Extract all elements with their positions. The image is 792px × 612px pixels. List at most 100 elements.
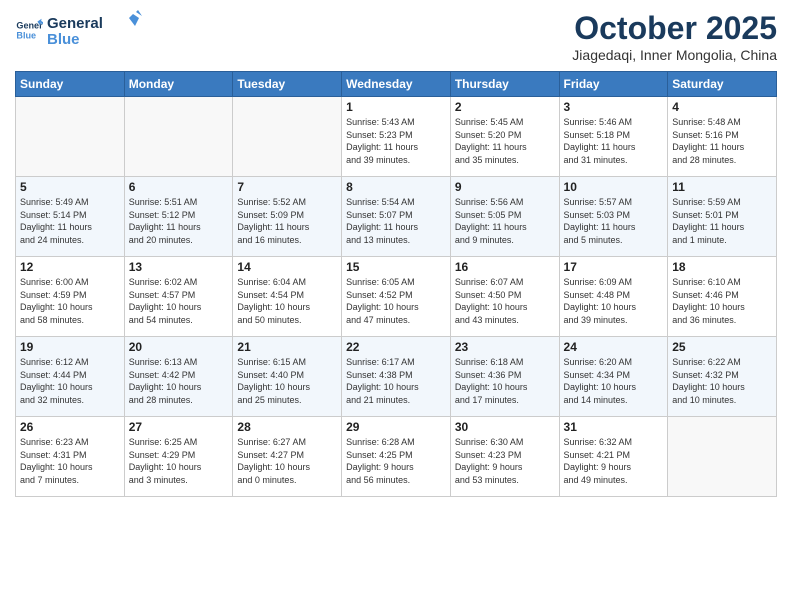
day-cell: 6 Sunrise: 5:51 AM Sunset: 5:12 PM Daylig… (124, 177, 233, 257)
day-info: Sunrise: 6:05 AM Sunset: 4:52 PM Dayligh… (346, 276, 446, 326)
day-header-saturday: Saturday (668, 72, 777, 97)
week-row-4: 19 Sunrise: 6:12 AM Sunset: 4:44 PM Dayli… (16, 337, 777, 417)
day-info: Sunrise: 6:12 AM Sunset: 4:44 PM Dayligh… (20, 356, 120, 406)
day-cell: 31Sunrise: 6:32 AM Sunset: 4:21 PM Dayli… (559, 417, 668, 497)
day-cell (668, 417, 777, 497)
day-info: Sunrise: 6:00 AM Sunset: 4:59 PM Dayligh… (20, 276, 120, 326)
day-cell (233, 97, 342, 177)
day-cell: 12 Sunrise: 6:00 AM Sunset: 4:59 PM Dayli… (16, 257, 125, 337)
svg-text:Blue: Blue (16, 30, 36, 40)
day-number: 13 (129, 260, 229, 274)
day-info: Sunrise: 5:46 AM Sunset: 5:18 PM Dayligh… (564, 116, 664, 166)
day-info: Sunrise: 6:20 AM Sunset: 4:34 PM Dayligh… (564, 356, 664, 406)
day-number: 12 (20, 260, 120, 274)
day-number: 22 (346, 340, 446, 354)
day-number: 21 (237, 340, 337, 354)
day-header-monday: Monday (124, 72, 233, 97)
day-number: 8 (346, 180, 446, 194)
week-row-2: 5 Sunrise: 5:49 AM Sunset: 5:14 PM Daylig… (16, 177, 777, 257)
day-number: 28 (237, 420, 337, 434)
day-number: 29 (346, 420, 446, 434)
day-info: Sunrise: 6:18 AM Sunset: 4:36 PM Dayligh… (455, 356, 555, 406)
day-cell: 3 Sunrise: 5:46 AM Sunset: 5:18 PM Daylig… (559, 97, 668, 177)
day-info: Sunrise: 5:56 AM Sunset: 5:05 PM Dayligh… (455, 196, 555, 246)
day-cell: 10Sunrise: 5:57 AM Sunset: 5:03 PM Dayli… (559, 177, 668, 257)
day-cell: 14 Sunrise: 6:04 AM Sunset: 4:54 PM Dayli… (233, 257, 342, 337)
day-info: Sunrise: 5:43 AM Sunset: 5:23 PM Dayligh… (346, 116, 446, 166)
day-number: 5 (20, 180, 120, 194)
day-number: 6 (129, 180, 229, 194)
day-cell: 25 Sunrise: 6:22 AM Sunset: 4:32 PM Dayli… (668, 337, 777, 417)
day-cell: 23Sunrise: 6:18 AM Sunset: 4:36 PM Dayli… (450, 337, 559, 417)
day-number: 19 (20, 340, 120, 354)
day-cell: 22 Sunrise: 6:17 AM Sunset: 4:38 PM Dayli… (342, 337, 451, 417)
day-number: 20 (129, 340, 229, 354)
title-block: October 2025 Jiagedaqi, Inner Mongolia, … (572, 10, 777, 63)
day-number: 9 (455, 180, 555, 194)
day-info: Sunrise: 6:30 AM Sunset: 4:23 PM Dayligh… (455, 436, 555, 486)
day-header-tuesday: Tuesday (233, 72, 342, 97)
day-header-friday: Friday (559, 72, 668, 97)
logo-icon: General Blue (15, 16, 43, 44)
calendar-table: SundayMondayTuesdayWednesdayThursdayFrid… (15, 71, 777, 497)
day-info: Sunrise: 6:04 AM Sunset: 4:54 PM Dayligh… (237, 276, 337, 326)
day-cell: 16 Sunrise: 6:07 AM Sunset: 4:50 PM Dayli… (450, 257, 559, 337)
day-info: Sunrise: 5:59 AM Sunset: 5:01 PM Dayligh… (672, 196, 772, 246)
day-info: Sunrise: 5:57 AM Sunset: 5:03 PM Dayligh… (564, 196, 664, 246)
day-number: 27 (129, 420, 229, 434)
header: General Blue General Blue October 2025 J… (15, 10, 777, 63)
day-info: Sunrise: 5:54 AM Sunset: 5:07 PM Dayligh… (346, 196, 446, 246)
day-info: Sunrise: 6:02 AM Sunset: 4:57 PM Dayligh… (129, 276, 229, 326)
day-cell: 5 Sunrise: 5:49 AM Sunset: 5:14 PM Daylig… (16, 177, 125, 257)
week-row-3: 12 Sunrise: 6:00 AM Sunset: 4:59 PM Dayli… (16, 257, 777, 337)
logo: General Blue General Blue (15, 10, 142, 50)
day-info: Sunrise: 5:45 AM Sunset: 5:20 PM Dayligh… (455, 116, 555, 166)
day-info: Sunrise: 6:09 AM Sunset: 4:48 PM Dayligh… (564, 276, 664, 326)
day-number: 26 (20, 420, 120, 434)
day-cell: 21Sunrise: 6:15 AM Sunset: 4:40 PM Dayli… (233, 337, 342, 417)
day-number: 11 (672, 180, 772, 194)
day-info: Sunrise: 5:49 AM Sunset: 5:14 PM Dayligh… (20, 196, 120, 246)
day-cell: 7Sunrise: 5:52 AM Sunset: 5:09 PM Daylig… (233, 177, 342, 257)
svg-text:General: General (47, 15, 103, 32)
subtitle: Jiagedaqi, Inner Mongolia, China (572, 47, 777, 63)
day-number: 3 (564, 100, 664, 114)
header-row: SundayMondayTuesdayWednesdayThursdayFrid… (16, 72, 777, 97)
day-cell: 30 Sunrise: 6:30 AM Sunset: 4:23 PM Dayli… (450, 417, 559, 497)
day-cell: 18 Sunrise: 6:10 AM Sunset: 4:46 PM Dayli… (668, 257, 777, 337)
day-cell: 17 Sunrise: 6:09 AM Sunset: 4:48 PM Dayli… (559, 257, 668, 337)
day-cell (124, 97, 233, 177)
day-number: 14 (237, 260, 337, 274)
day-info: Sunrise: 6:07 AM Sunset: 4:50 PM Dayligh… (455, 276, 555, 326)
day-number: 7 (237, 180, 337, 194)
day-info: Sunrise: 5:48 AM Sunset: 5:16 PM Dayligh… (672, 116, 772, 166)
logo-svg: General Blue (47, 10, 142, 50)
day-number: 2 (455, 100, 555, 114)
day-info: Sunrise: 6:32 AM Sunset: 4:21 PM Dayligh… (564, 436, 664, 486)
day-number: 30 (455, 420, 555, 434)
day-info: Sunrise: 6:27 AM Sunset: 4:27 PM Dayligh… (237, 436, 337, 486)
week-row-5: 26 Sunrise: 6:23 AM Sunset: 4:31 PM Dayli… (16, 417, 777, 497)
day-info: Sunrise: 6:28 AM Sunset: 4:25 PM Dayligh… (346, 436, 446, 486)
day-number: 25 (672, 340, 772, 354)
day-cell: 24Sunrise: 6:20 AM Sunset: 4:34 PM Dayli… (559, 337, 668, 417)
day-cell: 13 Sunrise: 6:02 AM Sunset: 4:57 PM Dayli… (124, 257, 233, 337)
day-cell: 9 Sunrise: 5:56 AM Sunset: 5:05 PM Daylig… (450, 177, 559, 257)
day-number: 17 (564, 260, 664, 274)
day-info: Sunrise: 6:23 AM Sunset: 4:31 PM Dayligh… (20, 436, 120, 486)
day-number: 18 (672, 260, 772, 274)
day-cell: 26 Sunrise: 6:23 AM Sunset: 4:31 PM Dayli… (16, 417, 125, 497)
day-info: Sunrise: 5:51 AM Sunset: 5:12 PM Dayligh… (129, 196, 229, 246)
day-number: 16 (455, 260, 555, 274)
day-number: 4 (672, 100, 772, 114)
day-cell: 1Sunrise: 5:43 AM Sunset: 5:23 PM Daylig… (342, 97, 451, 177)
day-info: Sunrise: 6:22 AM Sunset: 4:32 PM Dayligh… (672, 356, 772, 406)
month-title: October 2025 (572, 10, 777, 47)
day-info: Sunrise: 6:10 AM Sunset: 4:46 PM Dayligh… (672, 276, 772, 326)
week-row-1: 1Sunrise: 5:43 AM Sunset: 5:23 PM Daylig… (16, 97, 777, 177)
day-cell: 2 Sunrise: 5:45 AM Sunset: 5:20 PM Daylig… (450, 97, 559, 177)
day-cell: 8 Sunrise: 5:54 AM Sunset: 5:07 PM Daylig… (342, 177, 451, 257)
day-info: Sunrise: 6:25 AM Sunset: 4:29 PM Dayligh… (129, 436, 229, 486)
day-info: Sunrise: 6:17 AM Sunset: 4:38 PM Dayligh… (346, 356, 446, 406)
day-cell: 4 Sunrise: 5:48 AM Sunset: 5:16 PM Daylig… (668, 97, 777, 177)
